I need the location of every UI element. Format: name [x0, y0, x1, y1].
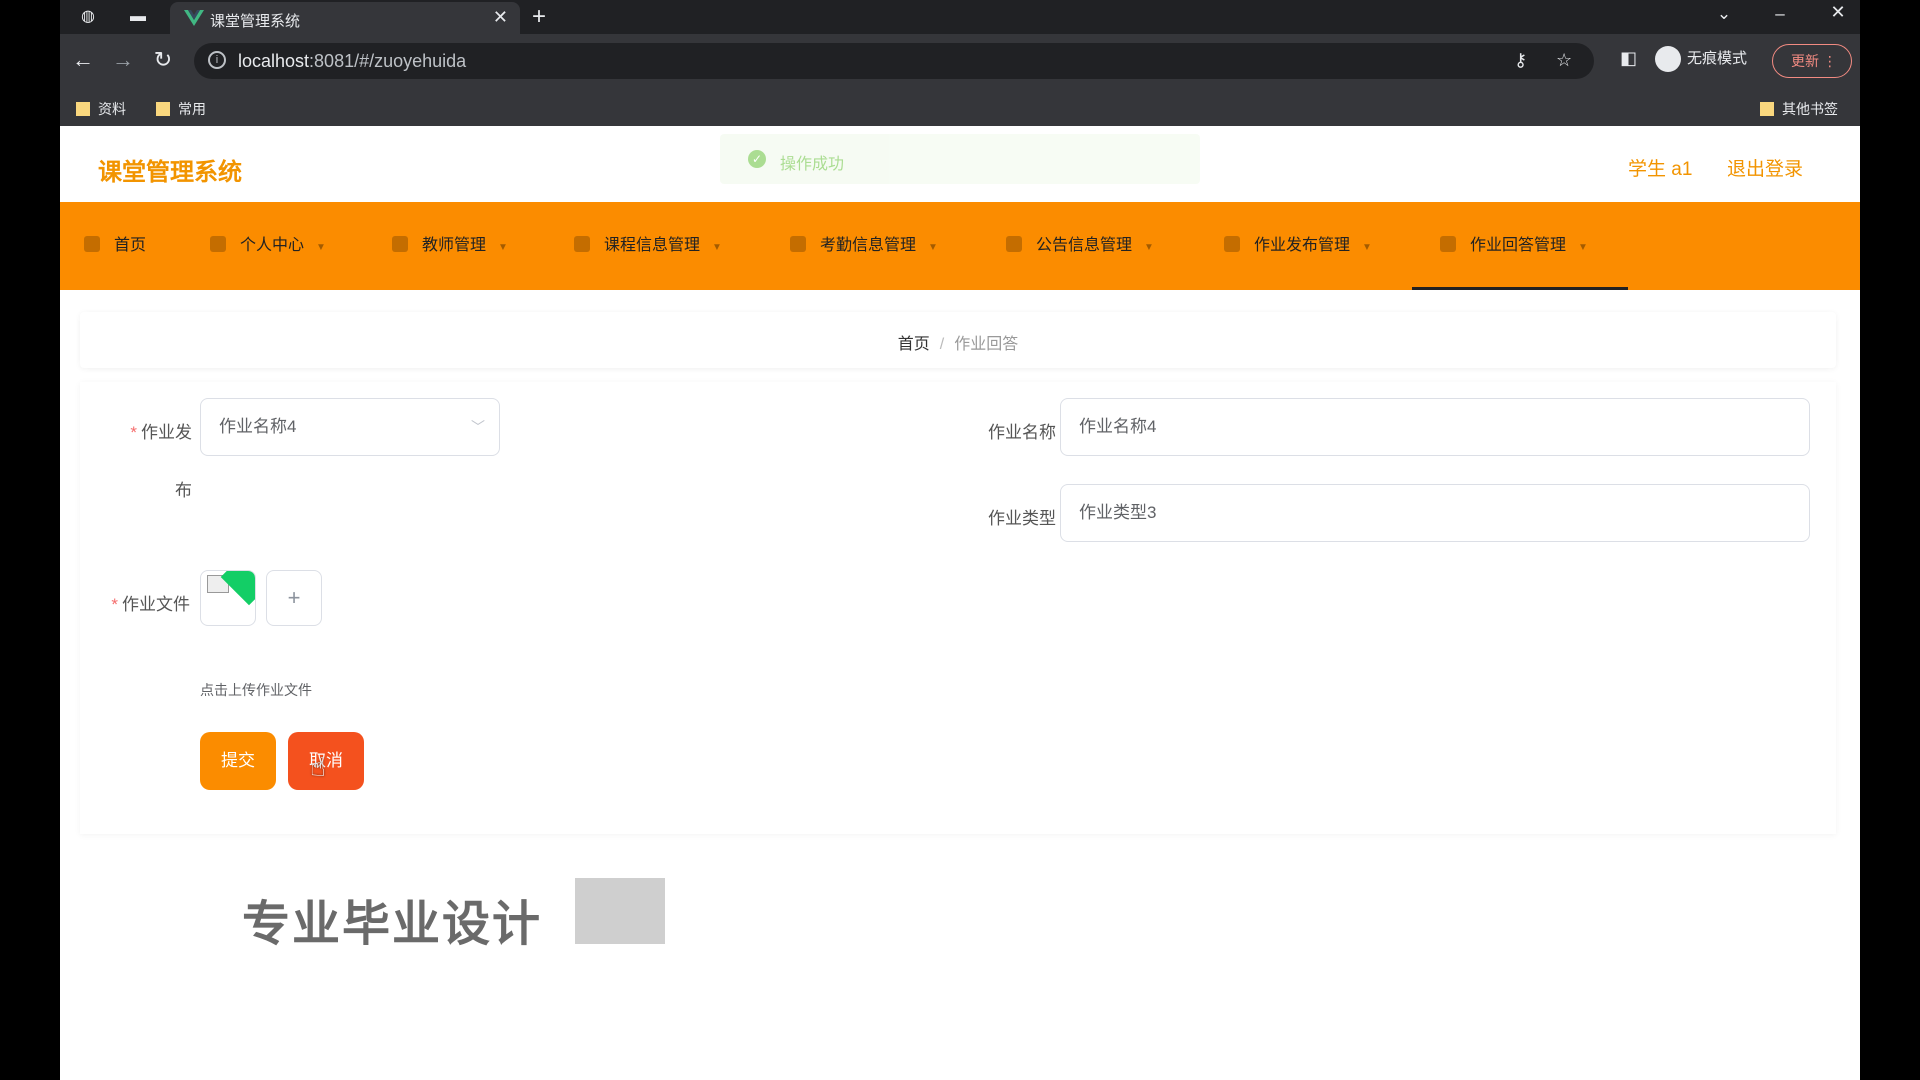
side-panel-icon[interactable]: ◧	[1620, 48, 1637, 69]
tab-active[interactable]: 课堂管理系统 ✕	[170, 2, 520, 34]
name-field[interactable]: 作业名称4	[1060, 398, 1810, 456]
teacher-icon	[392, 236, 408, 252]
tab-title: 课堂管理系统	[210, 13, 301, 30]
incognito-avatar-icon	[1655, 46, 1681, 72]
reload-button[interactable]: ↻	[148, 47, 178, 73]
check-circle-icon: ✓	[748, 150, 766, 168]
update-button[interactable]: 更新 ⋮	[1772, 44, 1852, 78]
chevron-down-icon: ▼	[712, 242, 722, 253]
page: 课堂管理系统 ✓ 操作成功 学生 a1 退出登录 首页 个人中心 ▼ 教师管理 ▼ …	[60, 126, 1860, 1080]
bookmark-folder-2[interactable]: 常用	[156, 99, 206, 119]
assignment-label: * 作业发	[130, 423, 192, 442]
upload-add-button[interactable]: +	[266, 570, 322, 626]
site-brand: 课堂管理系统	[98, 159, 242, 186]
chevron-down-icon: ▼	[498, 242, 508, 253]
breadcrumb-current: 作业回答	[954, 336, 1019, 353]
chevron-down-icon: ﹀	[471, 419, 485, 435]
chevron-down-icon: ▼	[1578, 242, 1588, 253]
current-user[interactable]: 学生 a1	[1628, 154, 1692, 181]
uploaded-file-thumb[interactable]	[200, 570, 256, 626]
folder-icon	[76, 102, 90, 116]
answer-icon	[1440, 236, 1456, 252]
nav-notice-management[interactable]: 公告信息管理 ▼	[1006, 202, 1154, 290]
folder-icon	[1760, 102, 1774, 116]
incognito-indicator[interactable]: 无痕模式	[1655, 46, 1747, 72]
forward-button[interactable]: →	[108, 47, 138, 73]
tab-search-icon[interactable]: ▬	[126, 6, 150, 28]
success-toast: ✓ 操作成功	[720, 134, 1200, 184]
tab-list-chevron-icon[interactable]: ⌄	[1704, 4, 1744, 24]
type-field[interactable]: 作业类型3	[1060, 484, 1810, 542]
home-icon	[84, 236, 100, 252]
chevron-down-icon: ▼	[1362, 242, 1372, 253]
browser-window: ◍ ▬ 课堂管理系统 ✕ + ⌄ – ✕ ← → ↻ i localhost:8…	[60, 0, 1860, 1080]
upload-hint: 点击上传作业文件	[200, 682, 312, 698]
address-bar[interactable]: i localhost:8081/#/zuoyehuida ⚷ ☆	[194, 43, 1594, 79]
tab-close-icon[interactable]: ✕	[493, 7, 508, 28]
bookmark-star-icon[interactable]: ☆	[1556, 50, 1572, 71]
type-label: 作业类型	[988, 509, 1056, 528]
globe-icon[interactable]: ◍	[76, 6, 100, 28]
password-key-icon[interactable]: ⚷	[1514, 50, 1527, 71]
cancel-button[interactable]: 取消	[288, 732, 364, 790]
submit-button[interactable]: 提交	[200, 732, 276, 790]
course-icon	[574, 236, 590, 252]
logout-link[interactable]: 退出登录	[1727, 154, 1803, 181]
assignment-label-wrap: 布	[175, 481, 192, 500]
nav-assignment-answer[interactable]: 作业回答管理 ▼	[1412, 202, 1628, 290]
minimize-button[interactable]: –	[1760, 4, 1800, 24]
attendance-icon	[790, 236, 806, 252]
name-label: 作业名称	[988, 423, 1056, 442]
answer-form: * 作业发 布 作业名称4 ﹀ 作业名称 作业名称4 作业类型 作业类型3 * 作业…	[80, 382, 1836, 834]
other-bookmarks[interactable]: 其他书签	[1760, 99, 1838, 119]
chevron-down-icon: ▼	[316, 242, 326, 253]
browser-toolbar: ← → ↻ i localhost:8081/#/zuoyehuida ⚷ ☆ …	[60, 34, 1860, 88]
file-label: * 作业文件	[111, 595, 190, 614]
blurred-region	[575, 878, 665, 944]
tab-strip: ◍ ▬ 课堂管理系统 ✕ + ⌄ – ✕	[60, 0, 1860, 34]
chevron-down-icon: ▼	[1144, 242, 1154, 253]
bookmarks-bar: 资料 常用 其他书签	[60, 88, 1860, 126]
watermark-text: 专业毕业设计	[242, 898, 543, 951]
user-icon	[210, 236, 226, 252]
close-window-button[interactable]: ✕	[1818, 2, 1858, 23]
vue-logo-icon	[184, 10, 204, 26]
nav-course-management[interactable]: 课程信息管理 ▼	[574, 202, 722, 290]
main-nav: 首页 个人中心 ▼ 教师管理 ▼ 课程信息管理 ▼ 考勤信息管理 ▼ 公告信息管理 ▼ 作…	[60, 202, 1860, 290]
site-info-icon[interactable]: i	[208, 51, 226, 69]
nav-personal-center[interactable]: 个人中心 ▼	[210, 202, 326, 290]
breadcrumb: 首页 / 作业回答	[897, 336, 1019, 353]
folder-icon	[156, 102, 170, 116]
pointer-cursor-icon: ☝	[310, 752, 326, 782]
back-button[interactable]: ←	[68, 47, 98, 73]
breadcrumb-home[interactable]: 首页	[898, 336, 930, 353]
site-header: 课堂管理系统 ✓ 操作成功 学生 a1 退出登录	[60, 126, 1860, 202]
notice-icon	[1006, 236, 1022, 252]
assignment-select[interactable]: 作业名称4 ﹀	[200, 398, 500, 456]
bookmark-folder-1[interactable]: 资料	[76, 99, 126, 119]
new-tab-button[interactable]: +	[532, 3, 546, 31]
nav-home[interactable]: 首页	[84, 202, 146, 290]
nav-assignment-publish[interactable]: 作业发布管理 ▼	[1224, 202, 1372, 290]
url-text: localhost:8081/#/zuoyehuida	[238, 51, 467, 71]
publish-icon	[1224, 236, 1240, 252]
nav-teacher-management[interactable]: 教师管理 ▼	[392, 202, 508, 290]
nav-attendance-management[interactable]: 考勤信息管理 ▼	[790, 202, 938, 290]
chevron-down-icon: ▼	[928, 242, 938, 253]
breadcrumb-bar: 首页 / 作业回答	[80, 312, 1836, 368]
